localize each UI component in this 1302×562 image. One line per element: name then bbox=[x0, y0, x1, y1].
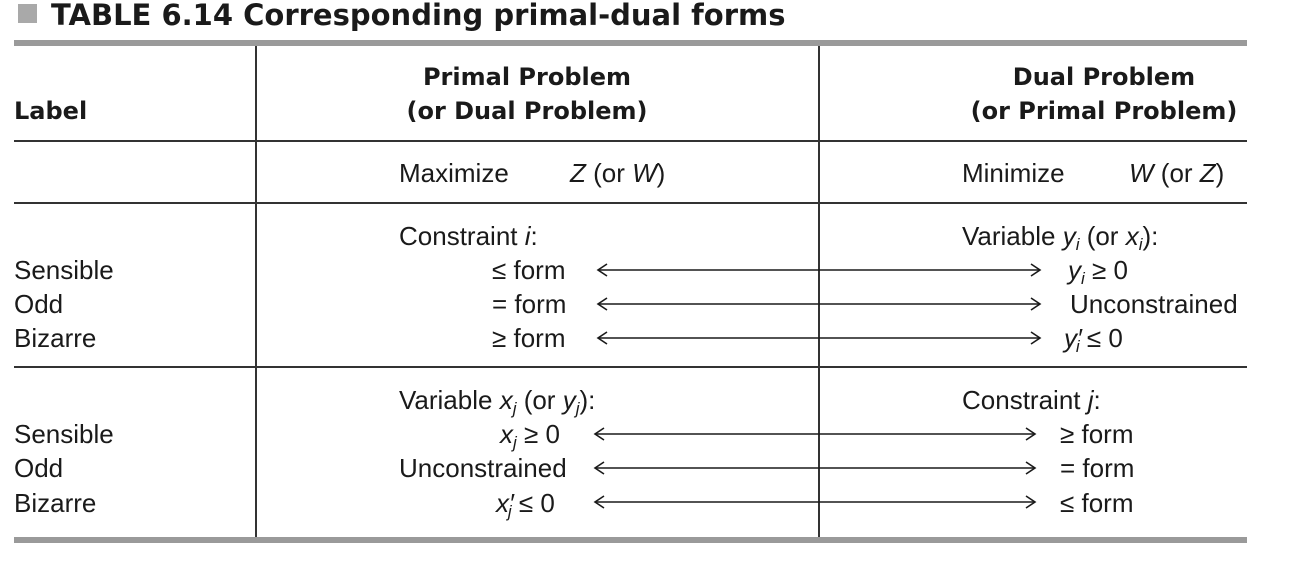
section2-primal-heading: Variable xj (or yj): bbox=[399, 385, 596, 418]
section2-primal-sensible: xj ≥ 0 bbox=[500, 419, 560, 452]
section2-dual-bizarre: ≤ form bbox=[1060, 488, 1134, 518]
section1-primal-bizarre: ≥ form bbox=[492, 323, 566, 353]
section1-dual-heading: Variable yi (or xi): bbox=[962, 221, 1159, 254]
label-column-header: Label bbox=[14, 97, 88, 125]
section2-label-sensible: Sensible bbox=[14, 419, 114, 449]
top-thick-rule bbox=[14, 40, 1247, 46]
double-arrow-icon bbox=[593, 461, 1037, 475]
section2-label-odd: Odd bbox=[14, 453, 64, 483]
primal-column-header: Primal Problem (or Dual Problem) bbox=[380, 60, 674, 128]
dual-header-line2: (or Primal Problem) bbox=[970, 97, 1238, 125]
primal-header-line1: Primal Problem bbox=[422, 63, 632, 91]
objective-rule bbox=[14, 202, 1247, 204]
section1-primal-sensible: ≤ form bbox=[492, 255, 566, 285]
header-rule bbox=[14, 140, 1247, 142]
section2-dual-heading: Constraint j: bbox=[962, 385, 1101, 415]
section1-dual-bizarre: y′i ≤ 0 bbox=[1064, 323, 1123, 356]
double-arrow-icon bbox=[596, 297, 1042, 311]
primal-objective-verb: Maximize bbox=[399, 158, 509, 188]
table-number: TABLE 6.14 bbox=[51, 0, 234, 32]
dual-objective-expression: W (or Z) bbox=[1129, 158, 1225, 188]
primal-header-line2: (or Dual Problem) bbox=[406, 97, 648, 125]
section2-dual-odd: = form bbox=[1060, 453, 1135, 483]
dual-column-header: Dual Problem (or Primal Problem) bbox=[950, 60, 1258, 128]
section1-primal-odd: = form bbox=[492, 289, 567, 319]
double-arrow-icon bbox=[596, 331, 1042, 345]
section1-primal-heading: Constraint i: bbox=[399, 221, 538, 251]
double-arrow-icon bbox=[596, 263, 1042, 277]
table-title: TABLE 6.14 Corresponding primal-dual for… bbox=[18, 0, 786, 32]
section1-dual-odd: Unconstrained bbox=[1070, 289, 1238, 319]
section1-label-bizarre: Bizarre bbox=[14, 323, 97, 353]
double-arrow-icon bbox=[593, 495, 1037, 509]
square-bullet-icon bbox=[18, 4, 37, 23]
dual-objective-verb: Minimize bbox=[962, 158, 1065, 188]
section2-dual-sensible: ≥ form bbox=[1060, 419, 1134, 449]
bottom-thick-rule bbox=[14, 537, 1247, 543]
table-caption: Corresponding primal-dual forms bbox=[243, 0, 786, 32]
section-divider-rule bbox=[14, 366, 1247, 368]
dual-header-line1: Dual Problem bbox=[1012, 63, 1196, 91]
double-arrow-icon bbox=[593, 427, 1037, 441]
section1-label-sensible: Sensible bbox=[14, 255, 114, 285]
column-divider-left bbox=[255, 46, 257, 537]
section2-primal-bizarre: x′j ≤ 0 bbox=[496, 488, 555, 521]
primal-objective-expression: Z (or W) bbox=[570, 158, 666, 188]
section1-label-odd: Odd bbox=[14, 289, 64, 319]
section1-dual-sensible: yi ≥ 0 bbox=[1068, 255, 1128, 288]
section2-label-bizarre: Bizarre bbox=[14, 488, 97, 518]
section2-primal-odd: Unconstrained bbox=[399, 453, 567, 483]
